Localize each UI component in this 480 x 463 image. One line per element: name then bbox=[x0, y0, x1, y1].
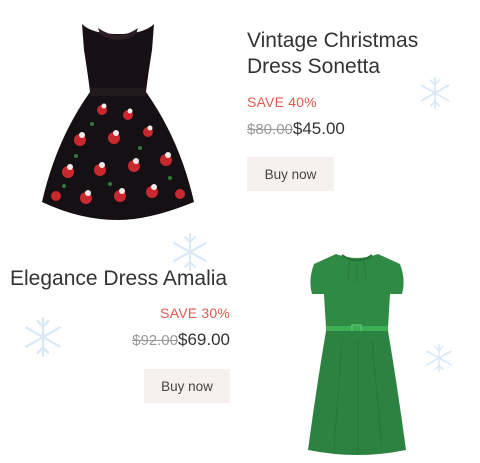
buy-now-button[interactable]: Buy now bbox=[247, 157, 334, 191]
new-price: $45.00 bbox=[292, 119, 345, 138]
old-price: $80.00 bbox=[247, 121, 293, 138]
product-title[interactable]: Elegance Dress Amalia bbox=[10, 266, 227, 292]
old-price: $92.00 bbox=[132, 332, 178, 349]
price: $80.00$45.00 bbox=[247, 119, 345, 139]
product-card: Vintage Christmas Dress Sonetta SAVE 40%… bbox=[0, 0, 480, 230]
buy-now-button[interactable]: Buy now bbox=[144, 369, 230, 403]
product-title[interactable]: Vintage Christmas Dress Sonetta bbox=[247, 28, 467, 80]
product-image[interactable] bbox=[302, 250, 412, 463]
new-price: $69.00 bbox=[178, 330, 230, 349]
discount-label: SAVE 30% bbox=[160, 305, 230, 321]
product-card: Elegance Dress Amalia SAVE 30% $92.00$69… bbox=[0, 230, 480, 463]
price: $92.00$69.00 bbox=[132, 330, 230, 350]
discount-label: SAVE 40% bbox=[247, 94, 317, 110]
product-image[interactable] bbox=[40, 20, 196, 230]
